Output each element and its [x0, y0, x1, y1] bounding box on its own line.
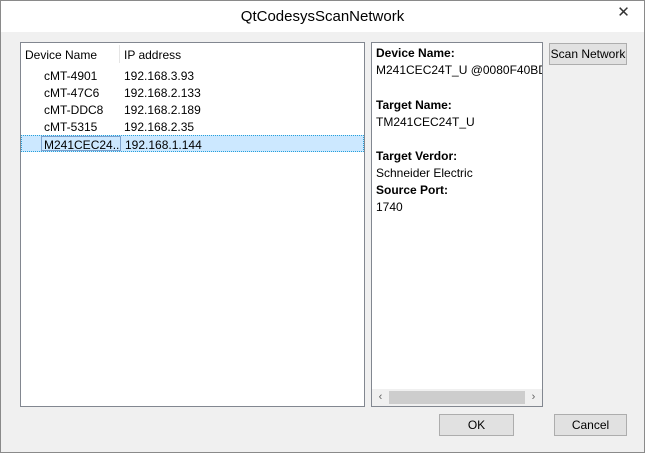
ip-address-cell: 192.168.2.35 — [124, 120, 195, 134]
source-port-label: Source Port: — [376, 183, 449, 197]
scan-network-button[interactable]: Scan Network — [549, 43, 627, 65]
device-name-cell: cMT-DDC8 — [44, 103, 104, 117]
target-vendor-label: Target Verdor: — [376, 149, 458, 163]
dialog-client-area: Device Name IP address cMT-4901 192.168.… — [8, 32, 637, 445]
device-name-value: M241CEC24T_U @0080F40BD5F — [376, 63, 543, 77]
list-item-selected[interactable]: M241CEC24... 192.168.1.144 — [21, 135, 364, 152]
scrollbar-thumb[interactable] — [389, 391, 525, 404]
window-title: QtCodesysScanNetwork — [240, 8, 405, 25]
scroll-left-icon[interactable]: ‹ — [372, 389, 389, 406]
device-list[interactable]: Device Name IP address cMT-4901 192.168.… — [20, 42, 365, 407]
list-item[interactable]: cMT-DDC8 192.168.2.189 — [21, 101, 364, 118]
target-vendor-value: Schneider Electric — [376, 166, 473, 180]
title-bar[interactable]: QtCodesysScanNetwork ✕ — [1, 1, 644, 32]
column-divider[interactable] — [119, 45, 120, 63]
ip-address-cell: 192.168.2.133 — [124, 86, 201, 100]
column-header-ip-address[interactable]: IP address — [124, 48, 181, 62]
device-details-panel: Device Name: M241CEC24T_U @0080F40BD5F T… — [371, 42, 543, 407]
ip-address-cell: 192.168.2.189 — [124, 103, 201, 117]
column-header-device-name[interactable]: Device Name — [25, 48, 97, 62]
device-name-cell: M241CEC24... — [41, 136, 121, 151]
list-item[interactable]: cMT-4901 192.168.3.93 — [21, 67, 364, 84]
list-header: Device Name IP address — [21, 43, 364, 65]
dialog-window: QtCodesysScanNetwork ✕ Device Name IP ad… — [0, 0, 645, 453]
close-icon[interactable]: ✕ — [610, 3, 637, 23]
cancel-button[interactable]: Cancel — [554, 414, 627, 436]
list-item[interactable]: cMT-47C6 192.168.2.133 — [21, 84, 364, 101]
horizontal-scrollbar[interactable]: ‹ › — [372, 389, 542, 406]
scroll-right-icon[interactable]: › — [525, 389, 542, 406]
device-name-cell: cMT-5315 — [44, 120, 98, 134]
target-name-value: TM241CEC24T_U — [376, 115, 475, 129]
source-port-value: 1740 — [376, 200, 403, 214]
target-name-label: Target Name: — [376, 98, 452, 112]
ip-address-cell: 192.168.1.144 — [125, 138, 202, 152]
device-name-cell: cMT-4901 — [44, 69, 98, 83]
ok-button[interactable]: OK — [439, 414, 514, 436]
device-name-cell: cMT-47C6 — [44, 86, 100, 100]
device-name-label: Device Name: — [376, 46, 455, 60]
list-item[interactable]: cMT-5315 192.168.2.35 — [21, 118, 364, 135]
ip-address-cell: 192.168.3.93 — [124, 69, 195, 83]
